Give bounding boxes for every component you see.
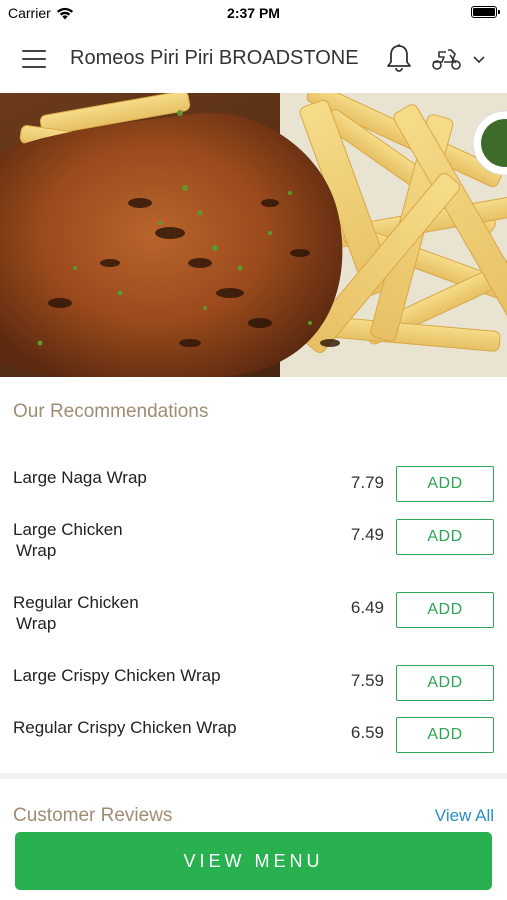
item-name-line: Wrap [16, 541, 57, 560]
hero-food-image [0, 93, 507, 377]
scooter-icon[interactable] [430, 46, 464, 72]
item-price: 7.59 [350, 671, 384, 690]
item-name: Large Crispy Chicken Wrap [13, 666, 221, 685]
restaurant-title: Romeos Piri Piri BROADSTONE [70, 47, 359, 69]
view-menu-button[interactable]: VIEW MENU [15, 832, 492, 890]
bell-icon[interactable] [385, 43, 413, 73]
app-header: Romeos Piri Piri BROADSTONE [0, 26, 507, 93]
section-divider [0, 773, 507, 779]
add-button[interactable]: ADD [396, 717, 494, 753]
item-name: Regular Chicken Wrap [13, 592, 213, 634]
item-price: 7.49 [350, 525, 384, 544]
item-name: Large Chicken Wrap [13, 519, 213, 561]
add-button[interactable]: ADD [396, 466, 494, 502]
add-button[interactable]: ADD [396, 519, 494, 555]
item-price: 7.79 [350, 473, 384, 492]
add-button[interactable]: ADD [396, 592, 494, 628]
status-time: 2:37 PM [227, 5, 280, 21]
item-name: Regular Crispy Chicken Wrap [13, 718, 237, 737]
add-button[interactable]: ADD [396, 665, 494, 701]
status-bar: Carrier 2:37 PM [0, 0, 507, 26]
item-name-line: Wrap [16, 614, 57, 633]
item-name: Large Naga Wrap [13, 468, 147, 487]
battery-icon [471, 6, 500, 18]
item-name-line: Regular Chicken [13, 593, 139, 612]
hamburger-menu-icon[interactable] [22, 48, 48, 70]
item-price: 6.59 [350, 723, 384, 742]
item-price: 6.49 [350, 598, 384, 617]
chevron-down-icon[interactable] [470, 50, 488, 68]
item-name-line: Large Chicken [13, 520, 123, 539]
recommendations-title: Our Recommendations [13, 401, 209, 422]
